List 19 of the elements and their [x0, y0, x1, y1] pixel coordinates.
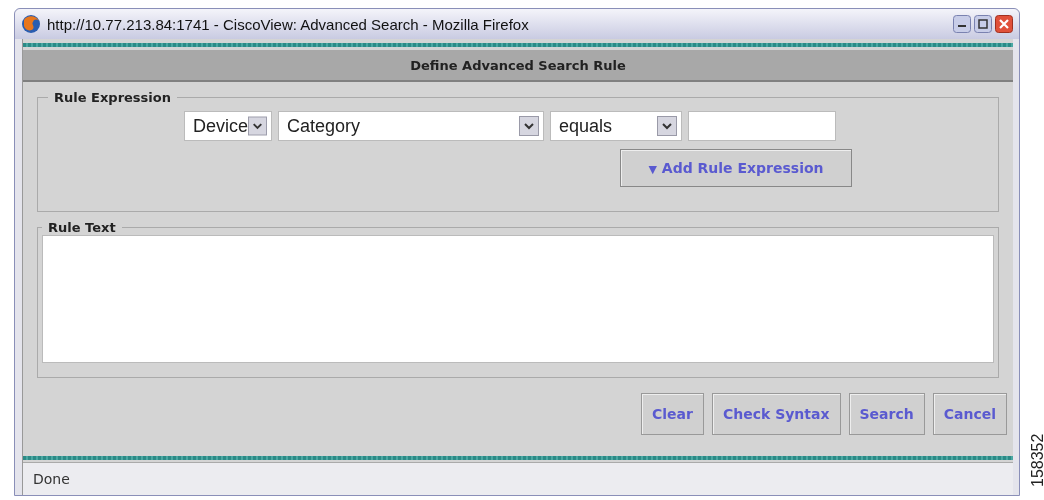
minimize-icon[interactable]: [953, 15, 971, 33]
rule-text-field[interactable]: [42, 235, 994, 363]
action-button[interactable]: Check Syntax: [711, 393, 841, 435]
value-field[interactable]: [688, 111, 836, 141]
dialog-title: Define Advanced Search Rule: [410, 57, 626, 73]
figure-number: 158352: [1029, 432, 1044, 487]
window-title: http://10.77.213.84:1741 - CiscoView: Advanced Search - Mozilla Firefox: [47, 15, 530, 33]
action-button[interactable]: Search: [848, 393, 925, 435]
action-button[interactable]: Cancel: [932, 393, 1007, 435]
close-icon[interactable]: [995, 15, 1013, 33]
add-rule-expression-button[interactable]: ▼ Add Rule Expression: [620, 149, 852, 187]
dropdown[interactable]: equals: [550, 111, 682, 141]
action-button[interactable]: Clear: [641, 393, 704, 435]
maximize-icon[interactable]: [974, 15, 992, 33]
panel-legend: Rule Text: [42, 220, 122, 235]
dropdown[interactable]: Device: [184, 111, 272, 141]
status-text: Done: [33, 471, 70, 487]
dropdown[interactable]: Category: [278, 111, 544, 141]
panel-legend: Rule Expression: [48, 90, 177, 105]
